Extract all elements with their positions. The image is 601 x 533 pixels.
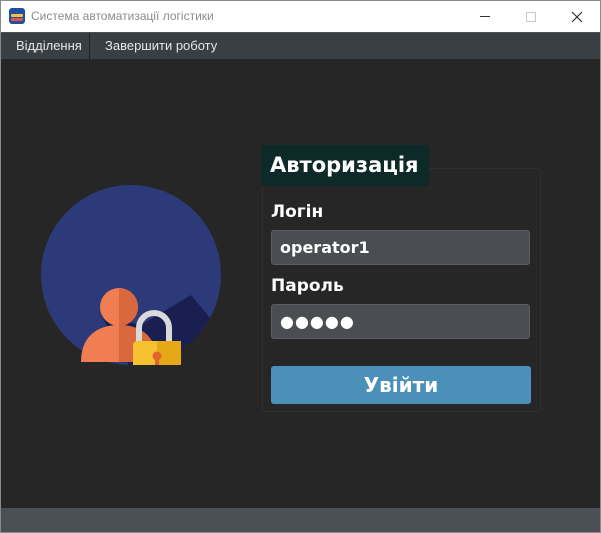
menu-bar: Відділення Завершити роботу xyxy=(1,32,600,59)
login-button[interactable]: Увійти xyxy=(271,366,531,404)
auth-title: Авторизація xyxy=(261,145,429,186)
password-label: Пароль xyxy=(271,276,344,296)
title-bar: Система автоматизації логістики xyxy=(1,1,600,32)
menu-item-departments[interactable]: Відділення xyxy=(1,33,90,59)
close-button[interactable] xyxy=(554,1,600,32)
login-input[interactable]: operator1 xyxy=(271,230,530,265)
main-content: Авторизація Логін operator1 Пароль ●●●●●… xyxy=(1,59,600,508)
menu-item-finish-work[interactable]: Завершити роботу xyxy=(105,33,217,59)
minimize-button[interactable] xyxy=(462,1,508,32)
status-bar xyxy=(1,508,600,532)
maximize-button[interactable] xyxy=(508,1,554,32)
app-window: Система автоматизації логістики Відділен… xyxy=(0,0,601,533)
window-title: Система автоматизації логістики xyxy=(31,9,214,23)
maximize-icon xyxy=(526,11,536,22)
password-input[interactable]: ●●●●● xyxy=(271,304,530,339)
user-lock-icon xyxy=(41,185,221,365)
app-icon xyxy=(9,8,25,24)
login-label: Логін xyxy=(271,202,324,222)
close-icon xyxy=(571,11,583,22)
minimize-icon xyxy=(480,16,490,17)
